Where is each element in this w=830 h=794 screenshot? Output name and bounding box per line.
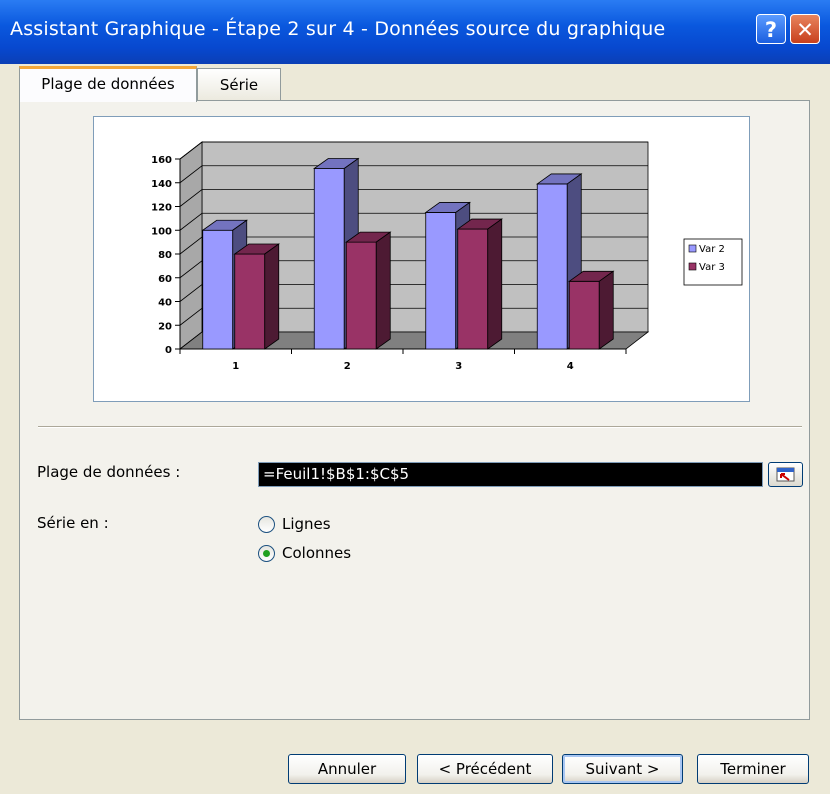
title-bar: Assistant Graphique - Étape 2 sur 4 - Do… — [0, 0, 830, 64]
y-tick-label: 40 — [158, 298, 172, 309]
legend-swatch — [688, 262, 697, 271]
bar-side-face — [598, 270, 614, 350]
tab-data-range[interactable]: Plage de données — [19, 66, 197, 102]
series-in-label: Série en : — [37, 514, 109, 532]
cancel-button[interactable]: Annuler — [288, 754, 406, 784]
bar-var-2 — [536, 183, 568, 350]
separator — [38, 426, 802, 428]
x-tick-label: 4 — [567, 361, 574, 372]
y-tick-label: 100 — [151, 226, 172, 237]
radio-rows-label[interactable]: Lignes — [282, 515, 331, 533]
tab-series[interactable]: Série — [197, 68, 281, 100]
legend-label: Var 2 — [699, 244, 725, 255]
radio-rows[interactable] — [258, 516, 275, 533]
chart-svg: 0 20 40 60 80 100 120 140 160 1 2 3 4 Var 2 Var 3 — [151, 141, 743, 372]
x-tick-label: 2 — [344, 361, 351, 372]
help-icon: ? — [764, 18, 778, 42]
y-tick-label: 20 — [158, 321, 172, 332]
bar-var-3 — [234, 253, 266, 350]
radio-columns[interactable] — [258, 545, 275, 562]
bar-var-3 — [568, 280, 600, 350]
help-button[interactable]: ? — [756, 14, 786, 44]
bar-var-2 — [425, 212, 457, 350]
radio-columns-label[interactable]: Colonnes — [282, 544, 351, 562]
range-input[interactable]: =Feuil1!$B$1:$C$5 — [258, 462, 763, 487]
close-icon: ✕ — [796, 18, 814, 42]
radio-selected-dot — [263, 550, 270, 557]
close-button[interactable]: ✕ — [790, 14, 820, 44]
finish-button[interactable]: Terminer — [697, 754, 809, 784]
y-tick-label: 80 — [158, 250, 172, 261]
window-title: Assistant Graphique - Étape 2 sur 4 - Do… — [10, 18, 666, 40]
collapse-dialog-icon — [776, 467, 795, 482]
bar-var-3 — [457, 228, 489, 350]
x-tick-label: 3 — [455, 361, 462, 372]
y-tick-label: 140 — [151, 179, 172, 190]
bar-var-2 — [313, 168, 345, 350]
bar-side-face — [375, 231, 391, 350]
y-tick-label: 160 — [151, 155, 172, 166]
previous-button[interactable]: < Précédent — [417, 754, 553, 784]
bar-var-2 — [202, 229, 234, 350]
bar-var-3 — [345, 241, 377, 350]
collapse-dialog-button[interactable] — [768, 462, 803, 487]
range-label: Plage de données : — [37, 463, 181, 481]
y-tick-label: 60 — [158, 274, 172, 285]
legend-label: Var 3 — [699, 262, 725, 273]
chart-preview: 0 20 40 60 80 100 120 140 160 1 2 3 4 Var 2 Var 3 — [93, 116, 750, 402]
next-button[interactable]: Suivant > — [562, 754, 683, 784]
bar-side-face — [487, 218, 503, 350]
y-tick-label: 120 — [151, 203, 172, 214]
y-tick-label: 0 — [165, 345, 172, 356]
x-tick-label: 1 — [232, 361, 239, 372]
bar-side-face — [264, 243, 280, 350]
legend-swatch — [688, 244, 697, 253]
